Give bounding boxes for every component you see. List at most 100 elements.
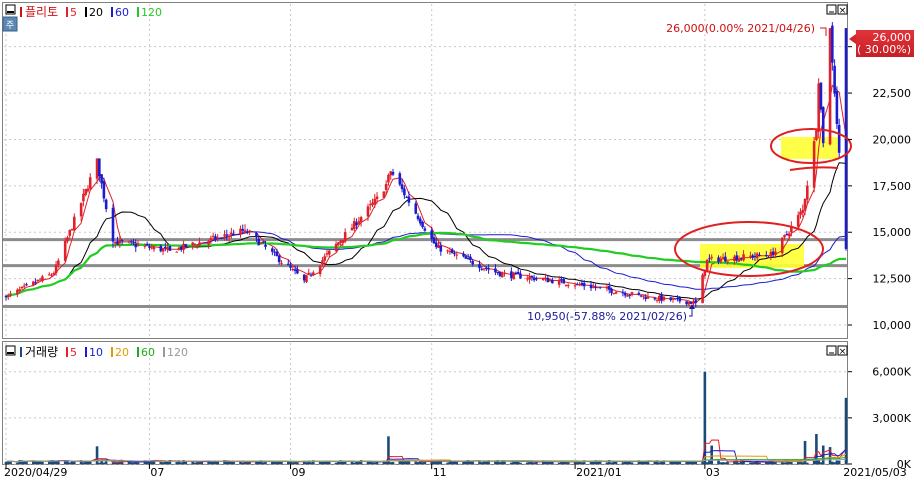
price-axis-label-2: 15,000	[873, 226, 912, 239]
volume-bar	[98, 462, 101, 464]
candle-body	[487, 268, 490, 270]
candle-body	[277, 255, 281, 263]
candle-body	[86, 188, 90, 192]
candle-body	[494, 268, 497, 273]
candle-body	[207, 240, 210, 245]
candle-body	[307, 272, 311, 274]
candle-body	[384, 183, 388, 190]
volume-bar	[102, 462, 106, 464]
volume-bar	[104, 461, 108, 464]
volume-bar	[416, 462, 420, 464]
candle-body	[22, 285, 26, 287]
candle-body	[592, 286, 595, 288]
candle-body	[177, 247, 181, 250]
candle-body	[193, 243, 197, 245]
volume-bar	[519, 462, 522, 464]
candle-body	[837, 124, 841, 153]
volume-bar	[673, 461, 677, 464]
volume-bar	[783, 462, 786, 464]
volume-bar	[136, 462, 140, 464]
price-legend-marker	[20, 7, 22, 17]
volume-bar	[179, 462, 183, 464]
candle-body	[564, 284, 568, 286]
candle-body	[98, 158, 101, 177]
volume-bar	[758, 462, 761, 464]
candle-body	[88, 177, 92, 189]
volume-bar	[41, 461, 44, 464]
candle-body	[801, 209, 805, 214]
candle-body	[309, 274, 313, 276]
candle-body	[803, 198, 807, 211]
candle-body	[419, 218, 422, 224]
candle-body	[368, 204, 372, 206]
x-axis-label-0: 2020/04/29	[4, 466, 67, 479]
candle-body	[353, 220, 356, 229]
volume-bar	[111, 462, 115, 464]
candle-body	[47, 274, 51, 276]
candle-body	[573, 285, 577, 287]
candle-body	[63, 240, 67, 261]
candle-body	[134, 244, 138, 248]
volume-bar	[16, 462, 19, 464]
volume-bar	[432, 461, 436, 464]
stock-chart: 26,000(0.00% 2021/04/26) 10,950(-57.88% …	[2, 2, 914, 479]
candle-body	[692, 301, 695, 304]
candle-body	[25, 284, 28, 286]
volume-bar	[184, 461, 188, 464]
volume-bar	[371, 462, 374, 464]
price-panel-icon-glyph: 주	[6, 20, 14, 31]
legend-marker-0	[66, 7, 68, 17]
candle-body	[373, 198, 377, 205]
legend-marker-2	[111, 347, 113, 357]
candle-body	[391, 171, 395, 175]
candle-body	[557, 279, 561, 285]
candle-body	[833, 65, 836, 94]
candle-body	[246, 231, 249, 234]
volume-bar	[817, 460, 820, 464]
close-icon: ×	[839, 6, 847, 16]
candle-body	[198, 242, 201, 246]
candle-body	[717, 257, 720, 262]
candle-body	[733, 256, 736, 262]
candle-body	[610, 288, 613, 293]
legend-label-1: 10	[89, 346, 103, 359]
candle-body	[66, 237, 69, 242]
candle-body	[658, 296, 661, 301]
volume-bar	[480, 462, 484, 464]
candle-body	[136, 244, 140, 246]
candle-body	[721, 257, 725, 260]
volume-bar	[353, 462, 356, 464]
x-axis-label-4: 2021/01	[576, 466, 622, 479]
candle-body	[286, 263, 290, 266]
candle-body	[639, 295, 643, 297]
volume-panel-frame	[2, 341, 848, 465]
candle-body	[414, 203, 418, 214]
candle-body	[669, 297, 673, 301]
price-panel-minimize-button[interactable]	[826, 4, 837, 15]
volume-bar	[86, 461, 90, 464]
legend-label-3: 60	[141, 346, 155, 359]
candle-body	[806, 185, 809, 200]
volume-axis-label-1: 3,000K	[872, 412, 911, 425]
candle-body	[416, 215, 420, 220]
volume-bar	[239, 461, 242, 464]
candle-body	[767, 257, 770, 259]
volume-bar	[421, 462, 424, 464]
candle-body	[387, 174, 390, 183]
candle-body	[120, 240, 124, 242]
candle-body	[357, 221, 361, 224]
candle-body	[325, 253, 329, 255]
candle-body	[407, 196, 411, 203]
volume-bar	[630, 462, 634, 464]
candle-body	[54, 264, 58, 274]
candle-body	[100, 174, 103, 184]
candle-body	[261, 241, 265, 243]
low-annotation: 10,950(-57.88% 2021/02/26)	[527, 310, 687, 323]
candle-body	[637, 292, 641, 295]
candle-body	[708, 258, 711, 260]
volume-bar	[835, 460, 839, 464]
time-axis: 2020/04/29 07 09 11 2021/01 03	[4, 464, 720, 479]
volume-panel-minimize-button[interactable]	[826, 345, 837, 356]
candle-body	[102, 181, 106, 199]
candle-body	[148, 246, 151, 248]
